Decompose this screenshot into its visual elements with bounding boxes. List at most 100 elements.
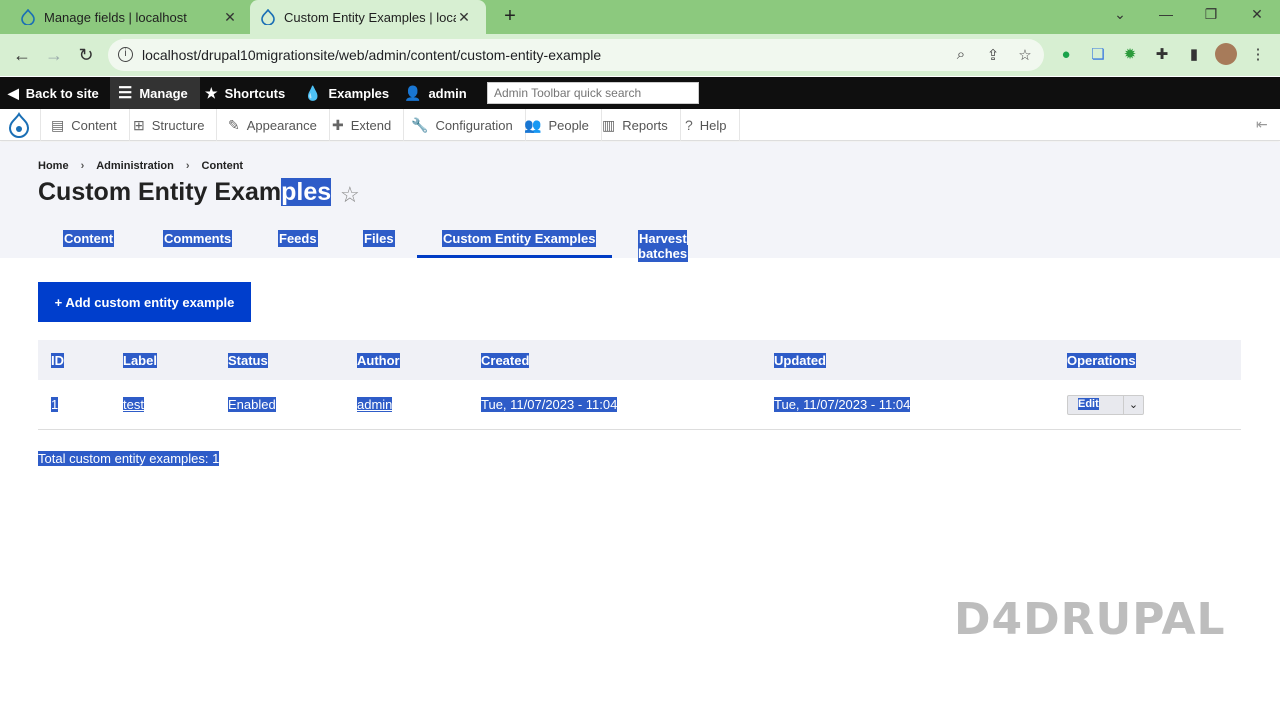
tray-label: Appearance <box>246 117 317 133</box>
paintbrush-icon: ✎ <box>228 116 240 133</box>
tray-label: Structure <box>151 117 205 133</box>
minimize-icon[interactable]: — <box>1156 6 1176 22</box>
shortcut-star-icon[interactable]: ☆ <box>340 182 360 208</box>
restore-icon[interactable]: ❐ <box>1201 6 1221 23</box>
site-info-icon[interactable]: i <box>118 47 133 62</box>
column-author[interactable]: Author <box>357 353 400 368</box>
table-row: 1 test Enabled admin Tue, 11/07/2023 - 1… <box>38 380 1241 430</box>
table-header: ID Label Status Author Created Updated O… <box>38 340 1241 380</box>
hamburger-icon: ☰ <box>118 85 133 102</box>
tray-label: Help <box>699 117 727 133</box>
grammarly-icon[interactable]: ● <box>1056 45 1076 65</box>
user-tab[interactable]: 👤 admin <box>404 77 467 109</box>
tab-harvest-batches[interactable]: Harvest batches <box>638 222 689 262</box>
cell-label-link[interactable]: test <box>123 397 144 412</box>
breadcrumb-separator: › <box>185 160 190 172</box>
column-updated[interactable]: Updated <box>774 353 826 368</box>
share-icon[interactable]: ⇪ <box>984 46 1002 64</box>
drupal-logo-icon[interactable] <box>6 112 34 138</box>
side-panel-icon[interactable]: ▮ <box>1184 45 1204 65</box>
forward-arrow-icon[interactable]: → <box>43 44 65 66</box>
page-title: Custom Entity Examples <box>38 178 332 207</box>
breadcrumb: Home › Administration › Content <box>38 160 243 172</box>
bar-chart-icon: ▥ <box>602 116 616 133</box>
extensions-puzzle-icon[interactable]: ✚ <box>1152 45 1172 65</box>
user-label: admin <box>428 85 467 101</box>
examples-tab[interactable]: 💧 Examples <box>304 77 389 109</box>
cell-author-link[interactable]: admin <box>357 397 393 412</box>
tab-files[interactable]: Files <box>363 222 395 258</box>
shortcuts-label: Shortcuts <box>224 85 286 101</box>
watermark-logo: D4DRUPAL <box>954 594 1226 645</box>
copy-extension-icon[interactable]: ❏ <box>1088 45 1108 65</box>
tab-title: Custom Entity Examples | localhost <box>284 9 456 25</box>
people-icon: 👥 <box>524 116 542 133</box>
chevron-down-icon[interactable]: ⌄ <box>1123 396 1143 414</box>
tray-item-content[interactable]: ▤ Content <box>40 109 130 141</box>
drupal-favicon-icon <box>260 9 276 25</box>
tab-label: Harvest batches <box>638 230 689 262</box>
bookmark-star-icon[interactable]: ☆ <box>1016 46 1034 64</box>
tab-content[interactable]: Content <box>63 222 115 258</box>
manage-tab[interactable]: ☰ Manage <box>110 77 200 109</box>
tab-comments[interactable]: Comments <box>163 222 233 258</box>
zoom-icon[interactable]: ⌕ <box>952 46 970 64</box>
breadcrumb-content[interactable]: Content <box>202 160 244 172</box>
browser-tab-manage-fields[interactable]: Manage fields | localhost ✕ <box>0 0 248 34</box>
tray-item-structure[interactable]: ⊞ Structure <box>123 109 218 141</box>
tray-orientation-icon[interactable]: ⇤ <box>1256 116 1268 133</box>
add-custom-entity-button[interactable]: + Add custom entity example <box>38 282 251 322</box>
column-id[interactable]: ID <box>51 353 64 368</box>
column-label[interactable]: Label <box>123 353 157 368</box>
page-title-selected-text: ples <box>281 178 332 206</box>
back-to-site-label: Back to site <box>25 85 99 101</box>
cell-id: 1 <box>51 397 59 412</box>
close-window-icon[interactable]: ✕ <box>1247 6 1267 23</box>
back-arrow-icon[interactable]: ← <box>11 44 33 66</box>
drupal-favicon-icon <box>20 9 36 25</box>
browser-tab-custom-entity[interactable]: Custom Entity Examples | localhost ✕ <box>250 0 486 34</box>
tray-item-extend[interactable]: ✚ Extend <box>322 109 405 141</box>
tab-label: Content <box>63 230 115 247</box>
tray-label: Content <box>71 117 117 133</box>
tab-custom-entity-examples[interactable]: Custom Entity Examples <box>417 222 612 258</box>
tray-item-configuration[interactable]: 🔧 Configuration <box>401 109 526 141</box>
browser-menu-icon[interactable]: ⋮ <box>1248 45 1268 65</box>
new-tab-icon[interactable]: + <box>499 6 521 28</box>
gear-extension-icon[interactable]: ✹ <box>1120 45 1140 65</box>
toolbar-search-input[interactable] <box>487 82 699 104</box>
back-to-site-link[interactable]: ◀ Back to site <box>8 77 99 109</box>
close-tab-icon[interactable]: ✕ <box>222 9 238 26</box>
tray-label: Reports <box>622 117 668 133</box>
tray-item-people[interactable]: 👥 People <box>514 109 602 141</box>
operations-dropbutton: Edit ⌄ <box>1067 395 1144 415</box>
profile-avatar[interactable] <box>1215 43 1237 65</box>
breadcrumb-home[interactable]: Home <box>38 160 69 172</box>
tab-feeds[interactable]: Feeds <box>278 222 318 258</box>
tab-label: Custom Entity Examples <box>442 230 597 247</box>
url-bar[interactable]: i localhost/drupal10migrationsite/web/ad… <box>108 39 1044 71</box>
tray-item-reports[interactable]: ▥ Reports <box>592 109 681 141</box>
reload-icon[interactable]: ↻ <box>75 44 97 66</box>
tray-label: People <box>548 117 589 133</box>
shortcuts-tab[interactable]: ★ Shortcuts <box>205 77 285 109</box>
star-icon: ★ <box>205 84 218 101</box>
tab-title: Manage fields | localhost <box>44 9 187 25</box>
user-icon: 👤 <box>404 84 422 101</box>
column-created[interactable]: Created <box>481 353 530 368</box>
manage-label: Manage <box>139 85 188 101</box>
tray-item-help[interactable]: ? Help <box>675 109 740 141</box>
tab-label: Files <box>363 230 395 247</box>
content-icon: ▤ <box>51 116 65 133</box>
tray-label: Extend <box>350 117 392 133</box>
tab-label: Comments <box>163 230 233 247</box>
tray-item-appearance[interactable]: ✎ Appearance <box>218 109 330 141</box>
close-tab-icon[interactable]: ✕ <box>456 9 472 26</box>
back-circle-icon: ◀ <box>8 84 19 101</box>
breadcrumb-administration[interactable]: Administration <box>96 160 174 172</box>
tab-search-chevron-icon[interactable]: ⌄ <box>1110 6 1130 23</box>
column-status[interactable]: Status <box>228 353 268 368</box>
examples-label: Examples <box>328 85 390 101</box>
help-icon: ? <box>685 117 693 133</box>
edit-button[interactable]: Edit <box>1078 398 1099 410</box>
